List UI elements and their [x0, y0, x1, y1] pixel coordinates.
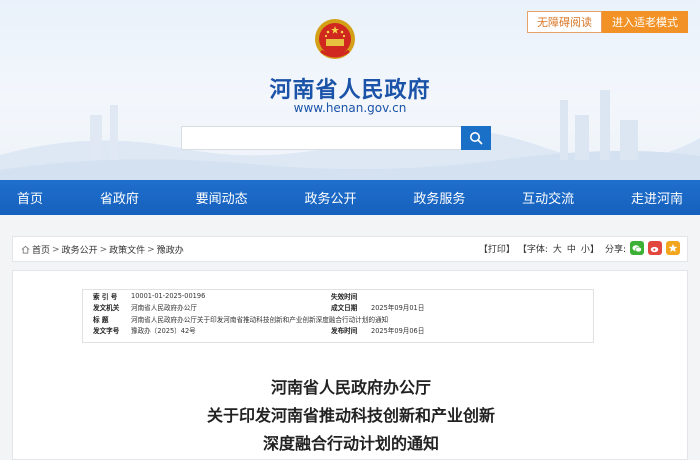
document-title-line-1: 河南省人民政府办公厅 — [270, 378, 431, 397]
nav-item-home[interactable]: 首页 — [17, 188, 43, 207]
nav-item-government-services[interactable]: 政务服务 — [413, 188, 465, 207]
nav-item-government-affairs[interactable]: 政务公开 — [304, 188, 356, 207]
meta-publish-value: 2025年09月06日 — [371, 327, 425, 336]
nav-item-provincial-government[interactable]: 省政府 — [100, 188, 139, 207]
site-title: 河南省人民政府 — [269, 78, 431, 103]
font-size-label: 【字体: — [517, 244, 548, 255]
breadcrumb-separator: > — [99, 244, 108, 255]
meta-row: 索 引 号 10001-01-2025-00196 失效时间 — [83, 290, 593, 302]
meta-issuer-value: 河南省人民政府办公厅 — [131, 304, 197, 313]
breadcrumb-policy-documents[interactable]: 政策文件 — [109, 243, 145, 256]
wechat-share-icon[interactable] — [630, 241, 644, 255]
national-emblem-icon — [315, 19, 355, 59]
elder-mode-button[interactable]: 进入适老模式 — [602, 11, 688, 33]
meta-index-label: 索 引 号 — [93, 292, 118, 301]
meta-expiry-value — [371, 290, 593, 302]
font-size-end: 】 — [589, 244, 599, 255]
nav-item-news[interactable]: 要闻动态 — [196, 188, 248, 207]
top-links: 无障碍阅读 进入适老模式 — [527, 11, 688, 33]
breadcrumb-separator: > — [147, 244, 155, 255]
search-bar — [181, 126, 491, 150]
main-nav: 首页 省政府 要闻动态 政务公开 政务服务 互动交流 走进河南 — [0, 180, 700, 215]
font-size-medium[interactable]: 中 — [567, 242, 576, 255]
document-title-line-2: 关于印发河南省推动科技创新和产业创新 — [206, 406, 495, 425]
font-size-large[interactable]: 大 — [553, 242, 562, 255]
meta-date-value: 2025年09月01日 — [371, 304, 425, 313]
meta-subject-label: 标 题 — [93, 315, 109, 324]
meta-row: 标 题 河南省人民政府办公厅关于印发河南省推动科技创新和产业创新深度融合行动计划… — [83, 313, 593, 325]
nav-item-about-henan[interactable]: 走进河南 — [631, 188, 683, 207]
share-label: 分享: — [604, 244, 626, 255]
breadcrumb-office-docs[interactable]: 豫政办 — [157, 243, 184, 256]
favorite-star-icon[interactable] — [666, 241, 680, 255]
search-button[interactable] — [461, 126, 491, 150]
search-input[interactable] — [181, 126, 461, 150]
breadcrumb-bar: 首页 > 政务公开 > 政策文件 > 豫政办 【打印】 【字体: 大 中 小 】… — [12, 236, 688, 262]
meta-row: 发文字号 豫政办〔2025〕42号 发布时间 2025年09月06日 — [83, 325, 593, 337]
breadcrumb: 首页 > 政务公开 > 政策文件 > 豫政办 — [21, 243, 184, 256]
article-panel: 索 引 号 10001-01-2025-00196 失效时间 发文机关 河南省人… — [12, 270, 688, 460]
document-meta-table: 索 引 号 10001-01-2025-00196 失效时间 发文机关 河南省人… — [82, 289, 594, 343]
meta-docno-label: 发文字号 — [93, 327, 120, 336]
home-icon — [21, 245, 30, 254]
meta-issuer-label: 发文机关 — [93, 304, 120, 313]
font-size-small[interactable]: 小 — [581, 242, 590, 255]
search-icon — [470, 132, 483, 145]
site-url[interactable]: www.henan.gov.cn — [0, 101, 700, 115]
meta-publish-label: 发布时间 — [331, 327, 358, 336]
breadcrumb-government-affairs[interactable]: 政务公开 — [62, 243, 98, 256]
article-tools: 【打印】 【字体: 大 中 小 】 分享: — [479, 241, 680, 255]
breadcrumb-home[interactable]: 首页 — [32, 243, 50, 256]
accessible-reading-button[interactable]: 无障碍阅读 — [527, 11, 602, 33]
meta-index-value: 10001-01-2025-00196 — [131, 291, 206, 300]
header: 无障碍阅读 进入适老模式 河南省人民政府 www.henan.gov.cn — [0, 0, 700, 180]
print-button[interactable]: 【打印】 — [479, 242, 515, 255]
nav-item-interaction[interactable]: 互动交流 — [522, 188, 574, 207]
document-title-line-3: 深度融合行动计划的通知 — [262, 434, 439, 453]
meta-row: 发文机关 河南省人民政府办公厅 成文日期 2025年09月01日 — [83, 302, 593, 314]
weibo-share-icon[interactable] — [648, 241, 662, 255]
meta-subject-value: 河南省人民政府办公厅关于印发河南省推动科技创新和产业创新深度融合行动计划的通知 — [131, 315, 389, 324]
meta-docno-value: 豫政办〔2025〕42号 — [131, 327, 196, 336]
breadcrumb-separator: > — [52, 244, 60, 255]
meta-expiry-label: 失效时间 — [331, 292, 358, 301]
meta-date-label: 成文日期 — [331, 304, 358, 313]
